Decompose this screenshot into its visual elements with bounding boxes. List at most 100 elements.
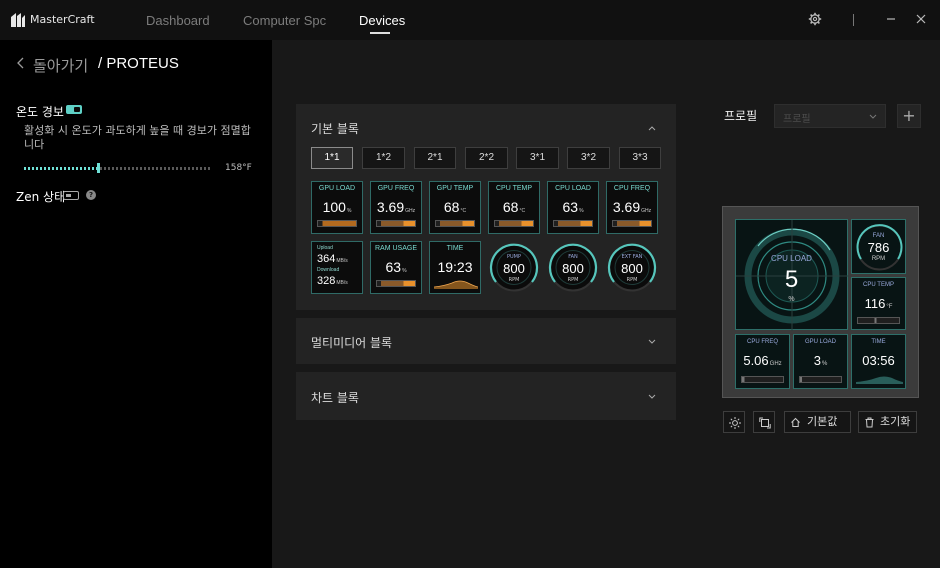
- close-icon[interactable]: [914, 12, 928, 26]
- widget-time[interactable]: TIME 19:23: [429, 241, 481, 294]
- size-2x1-button[interactable]: 2*1: [414, 147, 456, 169]
- preview-label: GPU LOAD: [804, 339, 836, 345]
- gauge-value: 800: [621, 261, 643, 276]
- preview-label: CPU TEMP: [863, 282, 894, 288]
- widget-value: 68: [502, 199, 519, 215]
- breadcrumb-separator: /: [98, 55, 103, 72]
- widget-bar: [317, 220, 357, 227]
- gear-icon[interactable]: [808, 12, 822, 26]
- preview-value: 5: [784, 266, 799, 293]
- minimize-icon[interactable]: [884, 12, 898, 26]
- gauge-label: FAN: [568, 254, 578, 260]
- widget-value: 100: [322, 199, 346, 215]
- widget-value: 63: [385, 259, 402, 275]
- profile-placeholder: 프로필: [783, 114, 811, 125]
- preview-fan[interactable]: FAN 786 RPM: [851, 219, 906, 274]
- size-3x3-button[interactable]: 3*3: [619, 147, 661, 169]
- home-icon: [791, 417, 800, 427]
- divider: [853, 14, 854, 26]
- size-2x2-button[interactable]: 2*2: [465, 147, 508, 169]
- widget-bar: [553, 220, 593, 227]
- tab-devices[interactable]: Devices: [359, 13, 405, 28]
- widget-gpu-load[interactable]: GPU LOAD 100%: [311, 181, 363, 234]
- preview-unit: %: [821, 361, 828, 367]
- preview-bar: [799, 376, 842, 383]
- widget-ram-usage[interactable]: RAM USAGE 63%: [370, 241, 422, 294]
- widget-label: CPU FREQ: [613, 185, 651, 192]
- rotate-icon: [759, 417, 771, 429]
- download-unit: MB/s: [336, 280, 348, 286]
- page-title: PROTEUS: [106, 55, 179, 72]
- widget-value: 63: [562, 199, 579, 215]
- widget-cpu-load[interactable]: CPU LOAD 63%: [547, 181, 599, 234]
- gauge-label: PUMP: [506, 254, 521, 260]
- size-3x1-button[interactable]: 3*1: [516, 147, 559, 169]
- rotate-button[interactable]: [753, 411, 775, 433]
- chevron-down-icon[interactable]: [648, 394, 656, 399]
- gauge-unit: RPM: [626, 277, 638, 283]
- widget-bar: [494, 220, 534, 227]
- widget-unit: GHz: [405, 208, 416, 214]
- zen-label: Zen 상태: [16, 190, 66, 204]
- widget-label: GPU TEMP: [436, 185, 474, 192]
- preview-bar: [857, 317, 900, 324]
- widget-bar: [612, 220, 652, 227]
- slider-handle[interactable]: [97, 163, 100, 173]
- preview-time[interactable]: TIME 03:56: [851, 334, 906, 389]
- chevron-up-icon[interactable]: [648, 126, 656, 131]
- temp-threshold-value: 158°F: [225, 163, 252, 173]
- preview-cpu-freq[interactable]: CPU FREQ 5.06GHz: [735, 334, 790, 389]
- help-icon[interactable]: ?: [86, 190, 96, 200]
- widget-label: RAM USAGE: [374, 245, 417, 252]
- widget-cpu-temp[interactable]: CPU TEMP 68°C: [488, 181, 540, 234]
- default-button-label: 기본값: [807, 415, 838, 428]
- gauge-unit: RPM: [567, 277, 579, 283]
- gauge-label: EXT FAN: [621, 254, 643, 260]
- preview-label: CPU FREQ: [746, 339, 778, 345]
- widget-gpu-temp[interactable]: GPU TEMP 68°C: [429, 181, 481, 234]
- zen-toggle[interactable]: [63, 191, 79, 200]
- brightness-button[interactable]: [723, 411, 745, 433]
- chart-block-panel[interactable]: 차트 블록: [296, 372, 676, 420]
- widget-pump[interactable]: PUMP 800 RPM: [488, 241, 540, 294]
- preview-value: 03:56: [862, 353, 895, 368]
- upload-value: 364: [317, 253, 336, 265]
- chevron-down-icon[interactable]: [648, 339, 656, 344]
- widget-unit: %: [579, 208, 584, 214]
- basic-block-title: 기본 블록: [311, 122, 359, 136]
- preview-label: TIME: [871, 339, 886, 345]
- upload-label: Upload: [317, 245, 333, 251]
- size-3x2-button[interactable]: 3*2: [567, 147, 610, 169]
- slider-fill: [24, 167, 98, 170]
- widget-unit: %: [346, 208, 352, 214]
- widget-fan[interactable]: FAN 800 RPM: [547, 241, 599, 294]
- widget-label: CPU LOAD: [555, 185, 591, 192]
- app-name: MasterCraft: [30, 13, 95, 26]
- tab-computer-spc[interactable]: Computer Spc: [243, 13, 326, 28]
- back-button[interactable]: 돌아가기: [33, 55, 88, 76]
- profile-dropdown[interactable]: 프로필: [774, 104, 886, 128]
- preview-label: FAN: [872, 233, 885, 239]
- preview-unit: GHz: [769, 361, 782, 367]
- chevron-left-icon[interactable]: [16, 56, 26, 70]
- preview-cpu-load[interactable]: CPU LOAD 5 %: [735, 219, 849, 331]
- size-1x1-button[interactable]: 1*1: [311, 147, 353, 169]
- size-1x2-button[interactable]: 1*2: [362, 147, 405, 169]
- widget-cpu-freq[interactable]: CPU FREQ 3.69GHz: [606, 181, 658, 234]
- profile-label: 프로필: [724, 109, 758, 123]
- widget-ext-fan[interactable]: EXT FAN 800 RPM: [606, 241, 658, 294]
- tab-dashboard[interactable]: Dashboard: [146, 13, 210, 28]
- widget-label: GPU FREQ: [377, 185, 415, 192]
- add-profile-button[interactable]: +: [897, 104, 921, 128]
- default-button[interactable]: 기본값: [784, 411, 851, 433]
- preview-unit: %: [788, 296, 795, 303]
- widget-network[interactable]: Upload 364MB/s Download 328MB/s: [311, 241, 363, 294]
- temp-alert-toggle[interactable]: [66, 105, 82, 114]
- preview-gpu-load[interactable]: GPU LOAD 3%: [793, 334, 848, 389]
- reset-button[interactable]: 초기화: [858, 411, 917, 433]
- upload-unit: MB/s: [336, 258, 348, 264]
- gauge-value: 800: [562, 261, 584, 276]
- preview-cpu-temp[interactable]: CPU TEMP 116°F: [851, 277, 906, 330]
- multimedia-block-panel[interactable]: 멀티미디어 블록: [296, 318, 676, 364]
- widget-gpu-freq[interactable]: GPU FREQ 3.69GHz: [370, 181, 422, 234]
